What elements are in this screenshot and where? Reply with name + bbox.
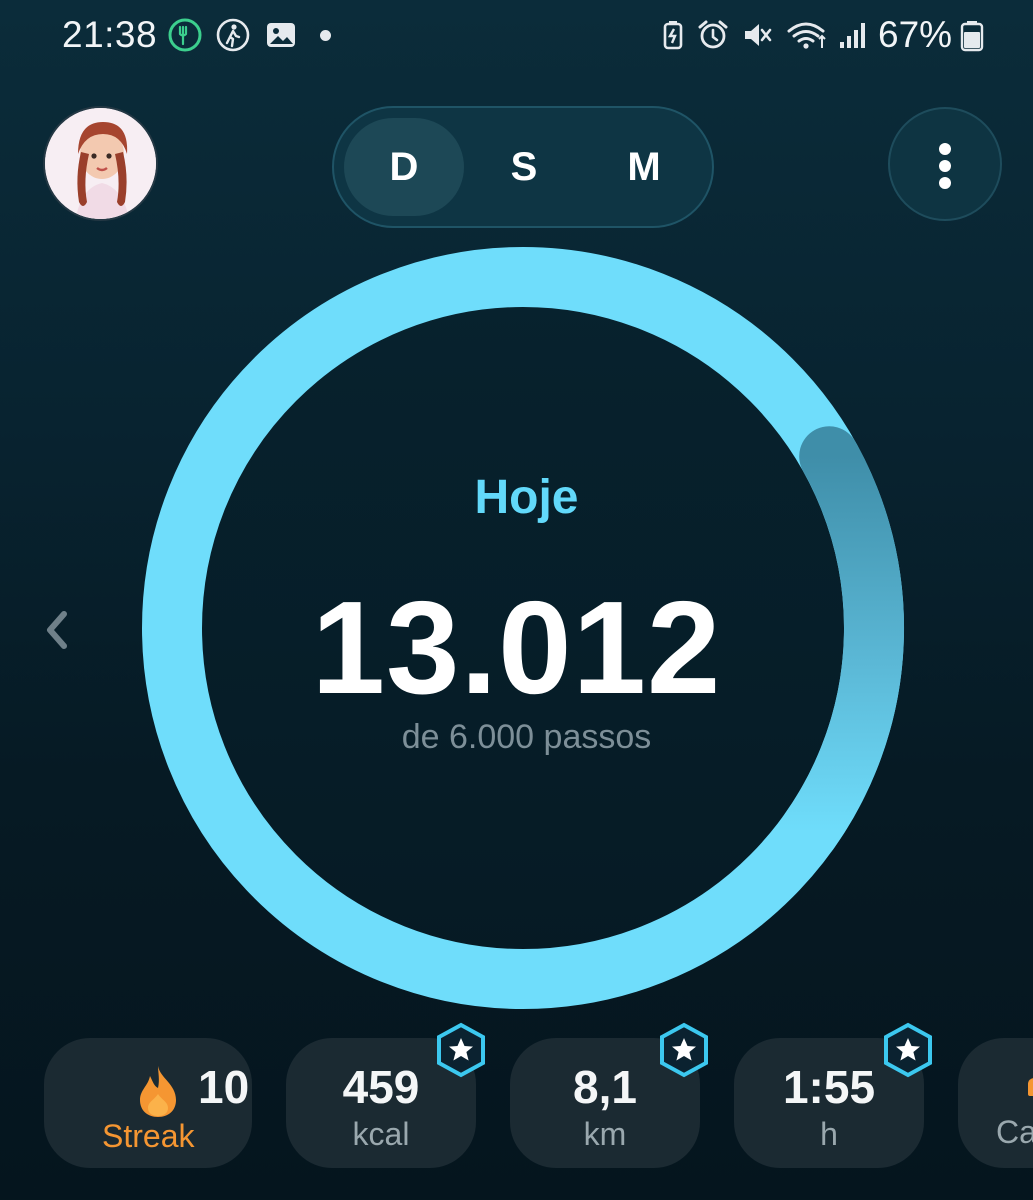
distance-unit: km [583,1116,627,1152]
partial-flame-icon [1028,1078,1033,1096]
star-badge-icon [660,1022,708,1078]
partial-stat-unit: Ca [996,1114,1033,1150]
star-badge-icon [437,1022,485,1078]
active-time-unit: h [820,1116,838,1152]
step-goal: de 6.000 passos [401,718,652,756]
streak-count: 10 [198,1061,250,1113]
streak-label: Streak [102,1118,195,1154]
calories-unit: kcal [352,1116,410,1152]
streak-card[interactable]: 10 Streak [44,1038,252,1168]
period-title: Hoje [474,471,579,524]
flame-icon [140,1066,176,1117]
step-count: 13.012 [311,574,722,721]
star-badge-icon [884,1022,932,1078]
steps-progress: Hoje 13.012 de 6.000 passos [0,0,1033,1030]
partial-stat-card[interactable]: Ca [958,1038,1033,1168]
previous-day-arrow-icon[interactable] [38,600,78,660]
